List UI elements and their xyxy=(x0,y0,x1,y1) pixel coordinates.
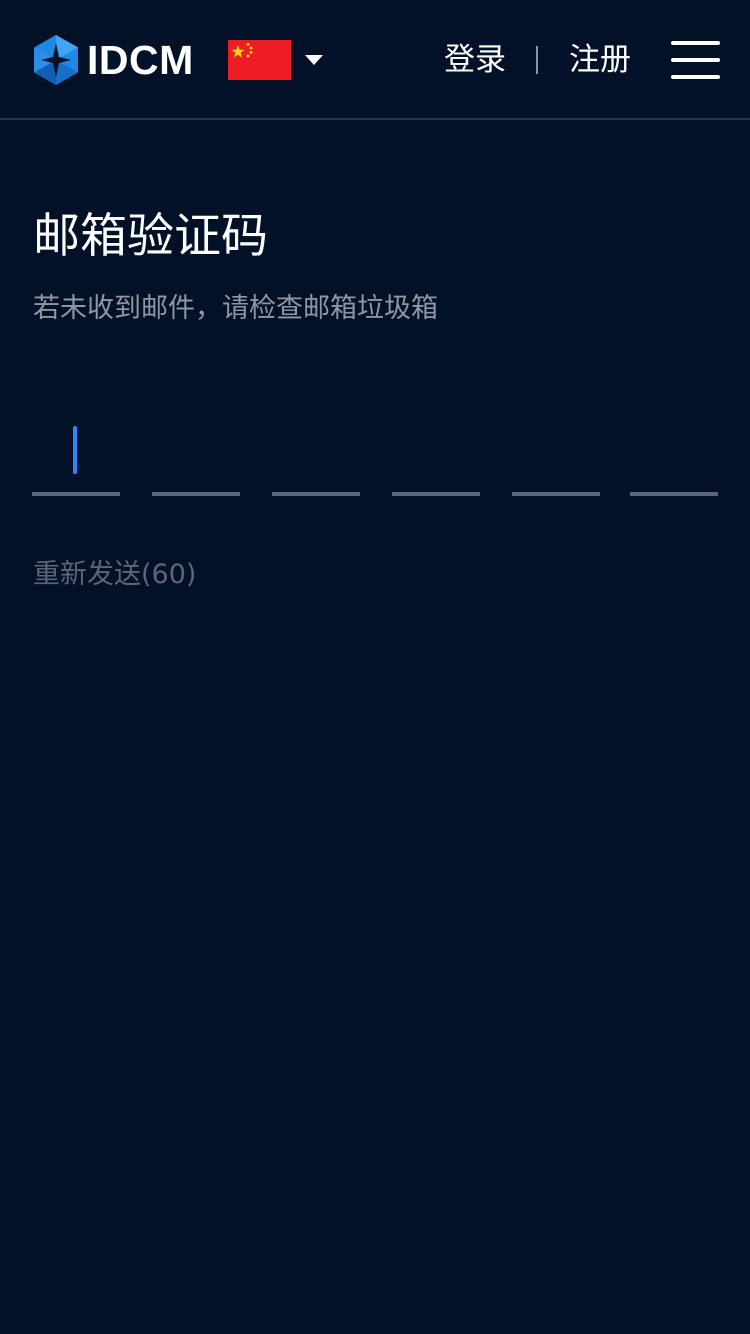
code-digit-4[interactable] xyxy=(392,410,480,496)
code-digit-2[interactable] xyxy=(152,410,240,496)
idcm-logo-icon xyxy=(34,35,78,85)
brand-name: IDCM xyxy=(87,37,194,83)
china-flag-icon xyxy=(228,40,291,80)
resend-code-button[interactable]: 重新发送(60) xyxy=(33,555,196,595)
login-link[interactable]: 登录 xyxy=(444,38,506,82)
page-title: 邮箱验证码 xyxy=(33,209,268,264)
language-selector[interactable] xyxy=(228,40,323,80)
code-digit-1[interactable] xyxy=(32,410,120,496)
nav-divider xyxy=(536,46,538,74)
brand-logo[interactable]: IDCM xyxy=(33,34,194,86)
code-digit-3[interactable] xyxy=(272,410,360,496)
verification-code-input[interactable] xyxy=(32,410,720,496)
code-digit-5[interactable] xyxy=(512,410,600,496)
code-digit-6[interactable] xyxy=(630,410,718,496)
hamburger-menu-icon[interactable] xyxy=(671,41,720,79)
page-subtitle: 若未收到邮件，请检查邮箱垃圾箱 xyxy=(33,293,438,324)
chevron-down-icon xyxy=(305,55,323,65)
text-cursor xyxy=(73,426,77,474)
register-link[interactable]: 注册 xyxy=(569,38,631,82)
top-nav-bar: IDCM 登录 注册 xyxy=(0,0,750,120)
